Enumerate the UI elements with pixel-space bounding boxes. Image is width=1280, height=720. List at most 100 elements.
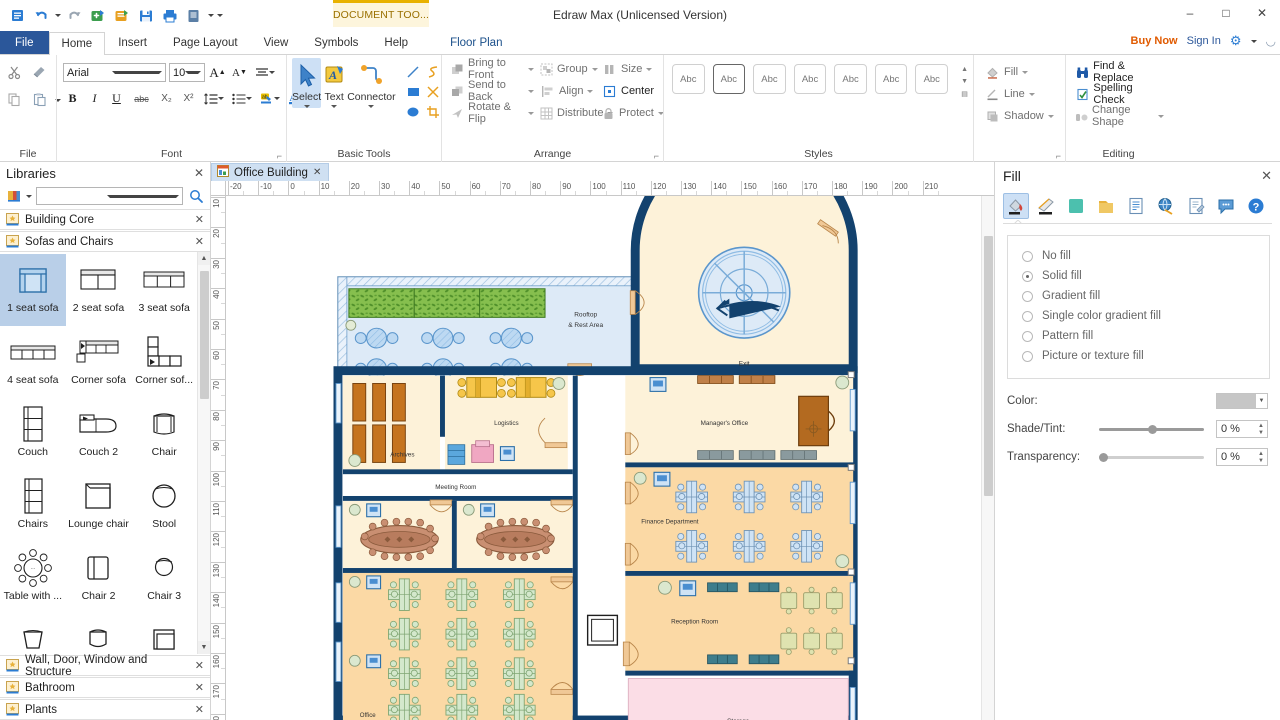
library-source-icon[interactable] [5, 188, 22, 205]
line-spacing-button[interactable] [201, 89, 226, 108]
document-tab-office-building[interactable]: Office Building ✕ [211, 163, 330, 181]
superscript-button[interactable]: X² [179, 89, 198, 108]
bring-to-front-button[interactable]: Bring to Front [448, 57, 537, 81]
style-thumbnail-1[interactable]: Abc [672, 64, 705, 94]
scroll-up-icon[interactable]: ▲ [198, 252, 210, 265]
chevron-down-icon[interactable] [185, 71, 201, 74]
protect-button[interactable]: Protect [599, 103, 664, 123]
connector-tool-button[interactable]: Connector [347, 58, 396, 108]
meeting-room-left[interactable] [342, 499, 453, 569]
chevron-down-icon[interactable] [368, 105, 375, 108]
styles-scroll-up-icon[interactable]: ▲ [958, 64, 971, 75]
text-tab-icon[interactable] [1123, 193, 1149, 219]
library-shape-chairs[interactable]: Chairs [0, 470, 66, 542]
line-shape-icon[interactable] [403, 62, 423, 82]
close-icon[interactable]: ✕ [195, 213, 204, 226]
send-to-back-button[interactable]: Send to Back [448, 79, 537, 103]
style-thumbnail-2[interactable]: Abc [712, 64, 746, 94]
close-icon[interactable]: ✕ [195, 703, 204, 716]
spelling-check-button[interactable]: Spelling Check [1072, 82, 1167, 106]
fill-option-solid-fill[interactable]: Solid fill [1008, 266, 1269, 286]
change-shape-button[interactable]: Change Shape [1072, 104, 1167, 128]
ellipse-shape-icon[interactable] [403, 102, 423, 122]
rectangle-shape-icon[interactable] [403, 82, 423, 102]
shape-tab-icon[interactable] [1093, 193, 1119, 219]
library-shape-seat-sofa-3[interactable]: 3 seat sofa [131, 254, 197, 326]
center-button[interactable]: Center [599, 81, 659, 101]
fill-color-picker[interactable]: ▼ [1216, 393, 1268, 409]
radio-button[interactable] [1022, 310, 1033, 322]
gear-icon[interactable]: ⚙ [1230, 33, 1242, 49]
curve-shape-icon[interactable] [423, 62, 443, 82]
tab-floor-plan[interactable]: Floor Plan [437, 31, 515, 54]
styles-more-icon[interactable]: ▤ [958, 88, 971, 99]
find-replace-button[interactable]: Find & Replace [1072, 60, 1167, 84]
group-button[interactable]: Group [537, 59, 599, 79]
room-finance-department[interactable]: Finance Department [624, 467, 854, 571]
notes-tab-icon[interactable] [1183, 193, 1209, 219]
style-thumbnail-4[interactable]: Abc [793, 64, 827, 94]
style-thumbnail-3[interactable]: Abc [753, 64, 786, 94]
floor-plan-drawing[interactable]: Rooftop & Rest Area Exit Archives Logist… [226, 196, 981, 720]
close-document-icon[interactable]: ✕ [313, 167, 321, 178]
library-category-plants[interactable]: Plants ✕ [0, 699, 210, 720]
scroll-down-icon[interactable]: ▼ [198, 641, 210, 654]
bold-button[interactable]: B [63, 89, 82, 108]
select-tool-button[interactable]: Select [292, 58, 322, 108]
radio-button[interactable] [1022, 250, 1033, 262]
library-shape-chair-2[interactable]: Chair 2 [66, 542, 132, 614]
close-fill-panel-icon[interactable]: ✕ [1261, 168, 1272, 184]
tab-home[interactable]: Home [48, 32, 106, 55]
library-shape-couch[interactable]: Couch [0, 398, 66, 470]
ruler-corner[interactable] [211, 181, 226, 195]
tab-help[interactable]: Help [371, 31, 421, 54]
vertical-ruler[interactable]: 10 20 30 40 50 60 70 80 90 100 110 120 130 140 150 160 1… [211, 196, 226, 720]
rotate-flip-button[interactable]: Rotate & Flip [448, 101, 537, 125]
library-shape-seat-sofa-4[interactable]: 4 seat sofa [0, 326, 66, 398]
room-reception-room[interactable]: Reception Room [622, 575, 854, 671]
style-thumbnail-5[interactable]: Abc [834, 64, 867, 94]
chevron-down-icon[interactable] [1250, 39, 1257, 43]
fill-option-single-color-gradient-fill[interactable]: Single color gradient fill [1008, 306, 1269, 326]
tab-insert[interactable]: Insert [105, 31, 160, 54]
fill-option-no-fill[interactable]: No fill [1008, 246, 1269, 266]
tab-view[interactable]: View [251, 31, 302, 54]
cut-icon[interactable] [4, 62, 25, 83]
line-button[interactable]: Line [982, 84, 1061, 104]
library-shape-seat-sofa-2[interactable]: 2 seat sofa [66, 254, 132, 326]
slider-knob[interactable] [1099, 452, 1108, 462]
scrollbar-thumb[interactable] [200, 271, 209, 399]
hyperlink-tab-icon[interactable] [1153, 193, 1179, 219]
fill-option-gradient-fill[interactable]: Gradient fill [1008, 286, 1269, 306]
slider-knob[interactable] [1147, 424, 1157, 434]
buy-now-link[interactable]: Buy Now [1131, 35, 1178, 47]
distribute-button[interactable]: Distribute [537, 103, 614, 123]
strikethrough-button[interactable]: abc [129, 89, 154, 108]
tab-symbols[interactable]: Symbols [301, 31, 371, 54]
pencil-shape-icon[interactable] [423, 82, 443, 102]
spinner-arrows[interactable]: ▲ ▼ [1255, 423, 1267, 436]
text-tool-button[interactable]: A Text [322, 58, 346, 108]
quick-styles-dialog-launcher[interactable]: ⌐ [1056, 151, 1061, 161]
close-icon[interactable]: ✕ [195, 659, 204, 672]
tab-page-layout[interactable]: Page Layout [160, 31, 251, 54]
shadow-tab-icon[interactable] [1063, 193, 1089, 219]
decrease-font-size-button[interactable]: A ▼ [230, 63, 249, 82]
library-shape-corner-sofa[interactable]: Corner sofa [66, 326, 132, 398]
library-shape-chair-3[interactable]: Chair 3 [131, 542, 197, 614]
close-icon[interactable]: ✕ [195, 235, 204, 248]
size-button[interactable]: Size [599, 59, 659, 79]
style-thumbnail-6[interactable]: Abc [874, 64, 908, 94]
sign-in-link[interactable]: Sign In [1187, 35, 1221, 47]
library-shape-table-with-chairs[interactable]: ··· Table with ... [0, 542, 66, 614]
close-icon[interactable]: ✕ [195, 681, 204, 694]
comment-tab-icon[interactable] [1213, 193, 1239, 219]
library-category-building-core[interactable]: Building Core ✕ [0, 209, 210, 230]
room-logistics[interactable]: Logistics [444, 375, 568, 475]
room-archives[interactable]: Archives [342, 375, 445, 475]
room-managers-office[interactable]: Manager's Office [624, 375, 854, 463]
close-libraries-icon[interactable]: ✕ [194, 166, 204, 180]
library-category-wall-door-window[interactable]: Wall, Door, Window and Structure ✕ [0, 654, 210, 678]
text-align-button[interactable] [252, 63, 277, 82]
room-meeting-room[interactable]: Meeting Room [342, 474, 573, 496]
